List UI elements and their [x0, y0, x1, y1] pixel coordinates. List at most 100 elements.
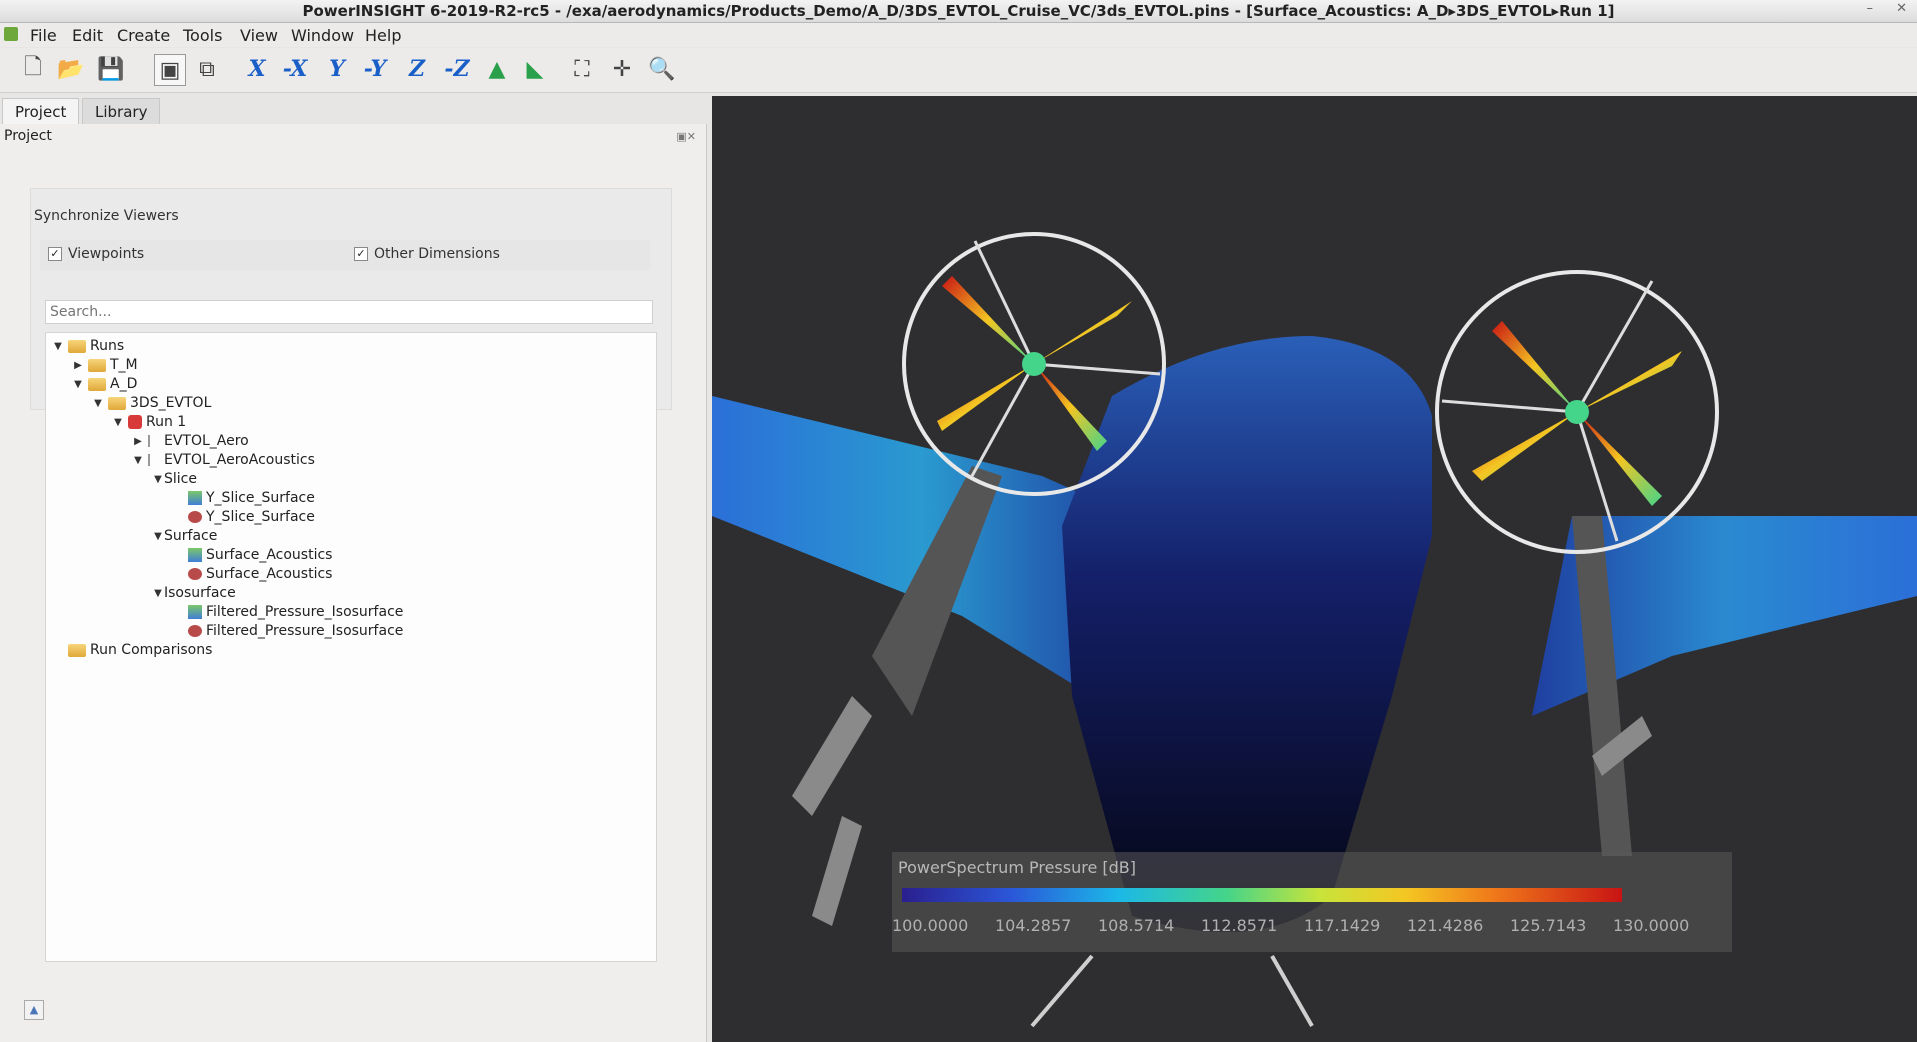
tree-node[interactable]: ▶ EVTOL_Aero: [132, 432, 249, 450]
legend-tick: 117.1429: [1304, 916, 1381, 935]
tree-node-label: Run 1: [146, 414, 187, 430]
tree-node-label: Surface_Acoustics: [206, 547, 333, 563]
app-logo-icon: [4, 27, 18, 41]
search-input[interactable]: [45, 300, 653, 324]
expand-down-icon[interactable]: ▼: [132, 455, 144, 466]
view-y-button[interactable]: Y: [322, 54, 352, 84]
tree-node-label: Isosurface: [164, 585, 236, 601]
tree-node[interactable]: ▼ EVTOL_AeroAcoustics: [132, 451, 315, 469]
tree-node-label: 3DS_EVTOL: [130, 395, 212, 411]
checkbox-check-icon: ✓: [354, 247, 368, 261]
multi-view-icon[interactable]: ⧉: [192, 54, 222, 84]
title-bar: PowerINSIGHT 6-2019-R2-rc5 - /exa/aerody…: [0, 0, 1917, 23]
tree-node[interactable]: Run Comparisons: [52, 641, 212, 659]
view-neg-z-button[interactable]: -Z: [442, 54, 472, 84]
tab-project[interactable]: Project: [2, 98, 80, 125]
panel-controls[interactable]: ▣✕: [676, 130, 696, 143]
folder-icon: [68, 643, 86, 657]
menu-view[interactable]: View: [240, 26, 278, 45]
flip-view-icon[interactable]: ◣: [520, 54, 550, 84]
tree-node[interactable]: Surface_Acoustics: [172, 546, 332, 564]
legend-tick: 112.8571: [1201, 916, 1278, 935]
expand-right-icon[interactable]: ▶: [132, 436, 144, 447]
tab-library[interactable]: Library: [82, 98, 161, 125]
project-tree[interactable]: ▼ Runs ▶ T_M ▼ A_D ▼ 3DS_EVTOL ▼ Run 1 ▶ EVTOL_Aero…: [45, 332, 657, 962]
menu-file[interactable]: File: [30, 26, 57, 45]
expand-right-icon[interactable]: ▶: [72, 360, 84, 371]
tree-node[interactable]: ▼ A_D: [72, 375, 137, 393]
expand-down-icon[interactable]: ▼: [152, 588, 164, 599]
tree-node[interactable]: Surface_Acoustics: [172, 565, 332, 583]
simulation-icon: [148, 435, 160, 447]
view-z-button[interactable]: Z: [402, 54, 432, 84]
run-icon: [128, 415, 142, 429]
tree-node[interactable]: Y_Slice_Surface: [172, 489, 315, 507]
save-icon[interactable]: 💾: [96, 54, 126, 84]
left-rotor: [902, 232, 1166, 496]
panel-tabs: Project Library: [0, 96, 710, 125]
movie-result-icon: [188, 568, 202, 580]
window-title: PowerINSIGHT 6-2019-R2-rc5 - /exa/aerody…: [302, 2, 1615, 20]
tree-node[interactable]: Filtered_Pressure_Isosurface: [172, 622, 403, 640]
tree-node[interactable]: ▼ Slice: [152, 470, 197, 488]
tree-node[interactable]: ▼ Surface: [152, 527, 217, 545]
checkbox-check-icon: ✓: [48, 247, 62, 261]
center-icon[interactable]: ✛: [607, 54, 637, 84]
tree-node[interactable]: ▼ Runs: [52, 337, 124, 355]
tree-node[interactable]: ▼ 3DS_EVTOL: [92, 394, 211, 412]
zoom-icon[interactable]: 🔍: [647, 54, 677, 84]
tree-node-label: Runs: [90, 338, 125, 354]
expand-down-icon[interactable]: ▼: [152, 474, 164, 485]
tree-node[interactable]: ▶ T_M: [72, 356, 138, 374]
open-file-icon[interactable]: 📂: [56, 54, 86, 84]
single-view-icon[interactable]: ▣: [154, 54, 186, 86]
legend-tick: 125.7143: [1510, 916, 1587, 935]
tree-node-label: Filtered_Pressure_Isosurface: [206, 623, 404, 639]
other-dimensions-label: Other Dimensions: [374, 246, 500, 262]
color-legend: PowerSpectrum Pressure [dB] 100.0000 104…: [892, 852, 1732, 952]
legend-title: PowerSpectrum Pressure [dB]: [898, 858, 1137, 877]
expand-down-icon[interactable]: ▼: [112, 417, 124, 428]
image-result-icon: [188, 548, 202, 562]
left-rear-prop: [792, 696, 872, 816]
menu-tools[interactable]: Tools: [183, 26, 222, 45]
expand-down-icon[interactable]: ▼: [52, 341, 64, 352]
menu-window[interactable]: Window: [291, 26, 354, 45]
tree-node[interactable]: Filtered_Pressure_Isosurface: [172, 603, 403, 621]
tree-node[interactable]: ▼ Run 1: [112, 413, 186, 431]
sync-options: ✓ Viewpoints ✓ Other Dimensions: [40, 240, 650, 270]
sync-label: Synchronize Viewers: [34, 208, 179, 224]
expand-down-icon[interactable]: ▼: [92, 398, 104, 409]
other-dimensions-checkbox[interactable]: ✓ Other Dimensions: [354, 246, 500, 262]
tree-node[interactable]: ▼ Isosurface: [152, 584, 236, 602]
collapse-panel-button[interactable]: ▲: [24, 1000, 44, 1020]
folder-icon: [108, 396, 126, 410]
tree-node[interactable]: Y_Slice_Surface: [172, 508, 315, 526]
menu-bar: File Edit Create Tools View Window Help: [0, 23, 1917, 47]
view-neg-y-button[interactable]: -Y: [360, 54, 390, 84]
menu-edit[interactable]: Edit: [72, 26, 103, 45]
simulation-icon: [148, 454, 160, 466]
iso-view-icon[interactable]: ▲: [482, 54, 512, 84]
legend-tick: 108.5714: [1098, 916, 1175, 935]
expand-down-icon[interactable]: ▼: [72, 379, 84, 390]
fit-view-icon[interactable]: ⛶: [567, 54, 597, 84]
movie-result-icon: [188, 511, 202, 523]
new-file-icon[interactable]: 🗋: [18, 54, 48, 84]
minimize-icon[interactable]: –: [1867, 1, 1874, 16]
menu-help[interactable]: Help: [365, 26, 401, 45]
fuselage: [1062, 336, 1432, 932]
view-x-button[interactable]: X: [242, 54, 272, 84]
close-icon[interactable]: ✕: [1896, 1, 1907, 16]
expand-down-icon[interactable]: ▼: [152, 531, 164, 542]
folder-icon: [88, 358, 106, 372]
3d-viewport[interactable]: PowerSpectrum Pressure [dB] 100.0000 104…: [712, 96, 1917, 1042]
folder-icon: [68, 339, 86, 353]
view-neg-x-button[interactable]: -X: [280, 54, 310, 84]
tree-node-label: A_D: [110, 376, 138, 392]
toolbar: 🗋 📂 💾 ▣ ⧉ X -X Y -Y Z -Z ▲ ◣ ⛶ ✛ 🔍: [0, 48, 1917, 93]
viewpoints-checkbox[interactable]: ✓ Viewpoints: [48, 246, 144, 262]
menu-create[interactable]: Create: [117, 26, 170, 45]
tree-node-label: EVTOL_AeroAcoustics: [164, 452, 315, 468]
folder-icon: [88, 377, 106, 391]
